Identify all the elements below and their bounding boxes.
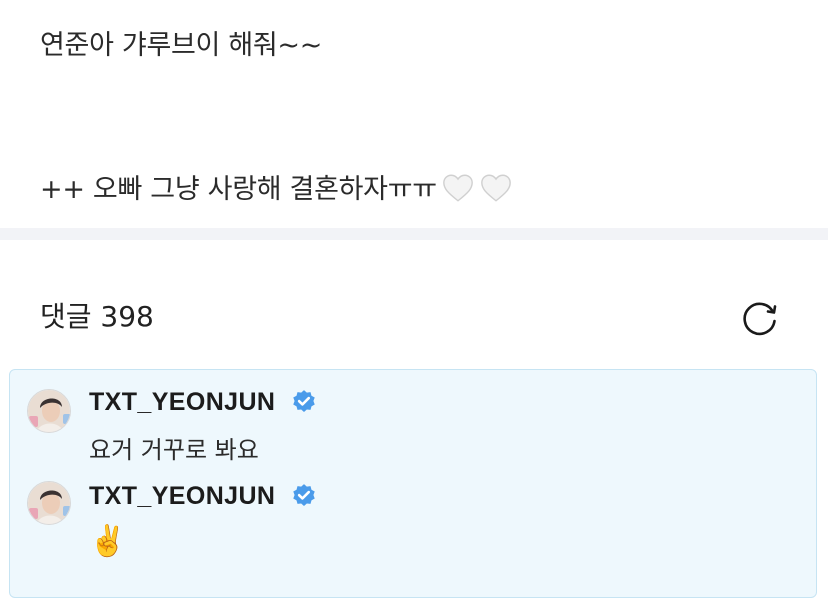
section-divider [0,228,828,240]
post-text-line-1: 연준아 갸루브이 해줘~~ [40,30,323,61]
refresh-icon[interactable] [740,298,780,338]
pinned-artist-comments: TXT_YEONJUN 요거 거꾸로 봐요 TXT_YEONJUN ✌️ [9,369,817,598]
avatar[interactable] [27,481,71,525]
post-text-line-2: ++ 오빠 그냥 사랑해 결혼하자ㅠㅠ [40,171,513,208]
comments-count-header: 댓글 398 [40,300,154,333]
white-heart-icon [480,174,511,202]
comment-text: 요거 거꾸로 봐요 [89,436,259,464]
comment-author-name[interactable]: TXT_YEONJUN [89,481,275,511]
verified-badge-icon [293,390,315,412]
artist-photo-icon [28,482,70,524]
artist-photo-icon [28,390,70,432]
white-heart-icon [442,174,473,202]
comment-author-name[interactable]: TXT_YEONJUN [89,387,275,417]
comment-text: ✌️ [89,524,127,559]
post-text-line-2-text: ++ 오빠 그냥 사랑해 결혼하자ㅠㅠ [40,174,437,205]
verified-badge-icon [293,484,315,506]
avatar[interactable] [27,389,71,433]
